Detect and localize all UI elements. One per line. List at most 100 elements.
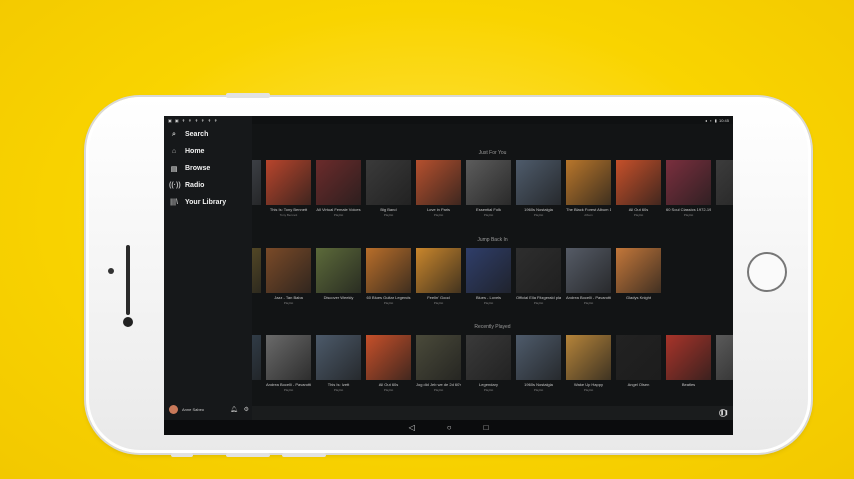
playlist-card[interactable]: Beatles: [666, 335, 711, 392]
play-icon[interactable]: ❚❚: [719, 409, 728, 417]
sidebar: ⌕ Search ⌂ Home ▤ Browse ((·)) Radio |||\ Your Li…: [164, 116, 252, 420]
card-title: Discover Weekly: [323, 295, 354, 300]
section-row: Jazz - Tan Baba Playlist Discover Weekly 60…: [216, 248, 661, 305]
card-subtitle: Playlist: [383, 213, 394, 217]
card-title: Essential Folk: [476, 207, 501, 212]
playlist-card[interactable]: Andrea Bocelli - Pavarotti Playlist: [266, 335, 311, 392]
earpiece-speaker: [126, 245, 130, 315]
profile-name[interactable]: Anne Sabeo: [182, 407, 204, 412]
sidebar-item-radio[interactable]: ((·)) Radio: [169, 177, 226, 194]
card-title: Angel Olsen: [627, 382, 650, 387]
playlist-card[interactable]: Andrea Bocelli - Pavarotti Playlist: [566, 248, 611, 305]
album-art: [466, 248, 511, 293]
sidebar-item-label: Browse: [185, 165, 211, 172]
album-art: [416, 248, 461, 293]
sidebar-item-label: Radio: [185, 182, 205, 189]
album-art: [716, 335, 733, 380]
playlist-card[interactable]: Feelin' Good Playlist: [416, 248, 461, 305]
playlist-card[interactable]: This Is: Tony Bennett Tony Bennett: [266, 160, 311, 217]
sidebar-item-search[interactable]: ⌕ Search: [169, 126, 226, 143]
playlist-card[interactable]: The Black Forest Album 1967-1970Album: [566, 160, 611, 217]
card-subtitle: Album: [584, 213, 593, 217]
recents-icon[interactable]: □: [484, 423, 489, 432]
home-circle-icon[interactable]: ○: [447, 423, 452, 432]
album-art: [466, 160, 511, 205]
card-subtitle: Playlist: [433, 388, 444, 392]
card-title: This Is: Tony Bennett: [269, 207, 308, 212]
card-title: This Is: Izett: [327, 382, 350, 387]
card-subtitle: Playlist: [533, 388, 544, 392]
sidebar-item-your-library[interactable]: |||\ Your Library: [169, 194, 226, 211]
playlist-card[interactable]: This Is: Izett Playlist: [316, 335, 361, 392]
card-title: Jazz - Tan Baba: [274, 295, 303, 300]
proximity-sensor: [108, 268, 114, 274]
system-icons: ◂ ▪ ▮: [705, 117, 718, 123]
card-title: Legendary: [479, 382, 498, 387]
album-art: [266, 160, 311, 205]
album-art: [266, 335, 311, 380]
playlist-card[interactable]: Alb: [716, 335, 733, 392]
playlist-card[interactable]: Blues - Lovels Playlist: [466, 248, 511, 305]
album-art: [616, 160, 661, 205]
card-title: 1960s Nostalgia: [524, 382, 553, 387]
card-title: Blues - Lovels: [475, 295, 502, 300]
album-art: [316, 160, 361, 205]
playlist-card[interactable]: Legendary Playlist: [466, 335, 511, 392]
playlist-card[interactable]: Gladys Knight: [616, 248, 661, 305]
playlist-card[interactable]: This: [716, 160, 733, 217]
card-title: Andrea Bocelli - Pavarotti: [566, 295, 611, 300]
playlist-card[interactable]: Jog did Jeb we de 2d 60's UpPlaylist: [416, 335, 461, 392]
back-icon[interactable]: ◁: [409, 423, 415, 432]
android-nav-bar: ◁ ○ □: [164, 420, 733, 435]
playlist-card[interactable]: Essential Folk Playlist: [466, 160, 511, 217]
playlist-card[interactable]: All Virtual Female Voices Playlist: [316, 160, 361, 217]
card-title: Love in Paris: [426, 207, 451, 212]
album-art: [316, 335, 361, 380]
card-title: Beatles: [681, 382, 696, 387]
now-playing-bar[interactable]: ❚❚: [252, 406, 733, 420]
sidebar-item-label: Home: [185, 148, 205, 155]
gear-icon[interactable]: ⚙: [244, 406, 249, 413]
card-subtitle: Playlist: [683, 213, 694, 217]
playlist-card[interactable]: Wake Up Happy Playlist: [566, 335, 611, 392]
playlist-card[interactable]: Jazz - Tan Baba Playlist: [266, 248, 311, 305]
avatar[interactable]: [169, 405, 178, 414]
playlist-card[interactable]: All Out 60s Playlist: [366, 335, 411, 392]
notification-icons: ▣ ▣ ✝ ✝ ✝ ✝ ✝ ✝: [168, 117, 219, 123]
card-title: Feelin' Good: [427, 295, 450, 300]
card-subtitle: Playlist: [333, 388, 344, 392]
album-art: [466, 335, 511, 380]
card-title: Wake Up Happy: [574, 382, 603, 387]
card-subtitle: Playlist: [483, 213, 494, 217]
album-art: [266, 248, 311, 293]
playlist-card[interactable]: 60 Blues Guitar Legends Playlist: [366, 248, 411, 305]
playlist-card[interactable]: Discover Weekly: [316, 248, 361, 305]
playlist-card[interactable]: 1960s Nostalgia Playlist: [516, 335, 561, 392]
album-art: [616, 335, 661, 380]
playlist-card[interactable]: All Out 60s Playlist: [616, 160, 661, 217]
volume-down-button: [282, 453, 326, 457]
album-art: [516, 335, 561, 380]
card-subtitle: Playlist: [483, 388, 494, 392]
home-button[interactable]: [747, 252, 787, 292]
playlist-card[interactable]: 1960s Nostalgia Playlist: [516, 160, 561, 217]
card-title: 60 Blues Guitar Legends: [366, 295, 411, 300]
card-subtitle: Playlist: [533, 301, 544, 305]
status-bar: ▣ ▣ ✝ ✝ ✝ ✝ ✝ ✝ ◂ ▪ ▮ 10:45: [164, 116, 733, 124]
sidebar-item-browse[interactable]: ▤ Browse: [169, 160, 226, 177]
card-title: This: [716, 207, 733, 212]
playlist-card[interactable]: Official Ella Fitzgerald playlist - Drea…: [516, 248, 561, 305]
playlist-card[interactable]: 60 Soul Classics 1972-1976 Playlist: [666, 160, 711, 217]
app-screen: ▣ ▣ ✝ ✝ ✝ ✝ ✝ ✝ ◂ ▪ ▮ 10:45 ⌕ Search ⌂ Home…: [164, 116, 733, 435]
card-subtitle: Playlist: [283, 301, 294, 305]
album-art: [516, 160, 561, 205]
sidebar-item-label: Your Library: [185, 199, 227, 206]
card-title: Andrea Bocelli - Pavarotti: [266, 382, 311, 387]
card-title: All Virtual Female Voices: [316, 207, 361, 212]
playlist-card[interactable]: Big Band Playlist: [366, 160, 411, 217]
card-title: Alb: [716, 382, 733, 387]
sidebar-item-home[interactable]: ⌂ Home: [169, 143, 226, 160]
playlist-card[interactable]: Love in Paris Playlist: [416, 160, 461, 217]
playlist-card[interactable]: Angel Olsen: [616, 335, 661, 392]
bell-icon[interactable]: 🔔︎: [230, 406, 238, 413]
